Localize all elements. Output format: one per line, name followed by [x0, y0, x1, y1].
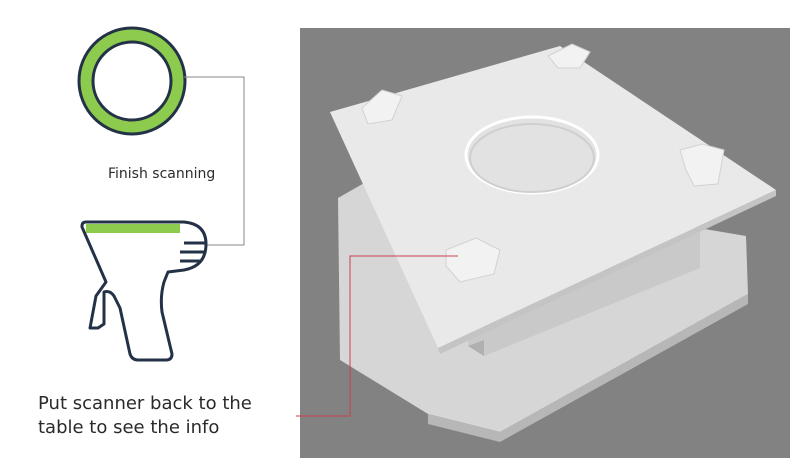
bracket-connector — [184, 76, 245, 246]
instruction-text: Put scanner back to the table to see the… — [38, 392, 298, 440]
instruction-line-1: Put scanner back to the — [38, 393, 252, 414]
scanner-table-render — [300, 28, 790, 458]
instruction-line-2: table to see the info — [38, 417, 220, 438]
ring-fill — [79, 28, 185, 134]
scan-complete-ring-icon — [77, 26, 187, 136]
barcode-scanner-icon — [80, 220, 208, 362]
scanner-light-bar — [86, 224, 180, 233]
scan-status-label: Finish scanning — [108, 166, 216, 182]
ring-outer-outline — [77, 26, 187, 136]
ring-inner-outline — [91, 40, 173, 122]
